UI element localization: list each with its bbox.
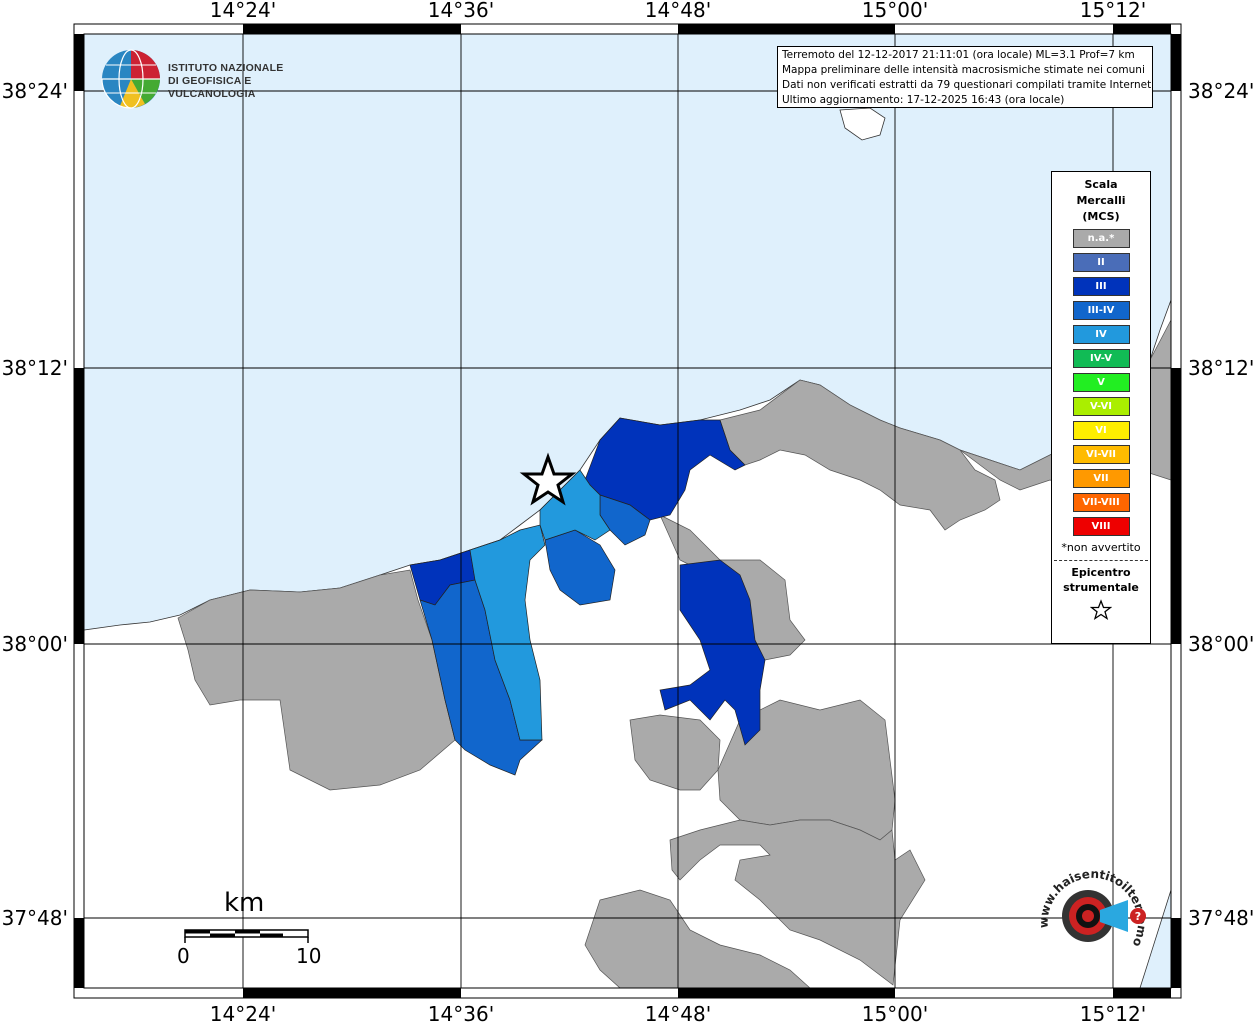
legend-title: Scala Mercalli (MCS) bbox=[1052, 177, 1150, 225]
lon-tick-bottom: 15°00' bbox=[862, 1002, 928, 1024]
event-info-line: Terremoto del 12-12-2017 21:11:01 (ora l… bbox=[782, 49, 1135, 61]
legend-divider bbox=[1054, 560, 1148, 561]
legend-item-ii: II bbox=[1072, 253, 1130, 272]
legend-note: *non avvertito bbox=[1061, 541, 1141, 554]
lon-tick-bottom: 14°36' bbox=[428, 1002, 494, 1024]
legend-item-vi-vii: VI-VII bbox=[1072, 445, 1130, 464]
lon-tick-top: 15°00' bbox=[862, 0, 928, 22]
event-info-line: Dati non verificati estratti da 79 quest… bbox=[782, 79, 1153, 91]
legend-item-vi: VI bbox=[1072, 421, 1130, 440]
scale-min-label: 0 bbox=[177, 944, 190, 968]
scale-max-label: 10 bbox=[296, 944, 322, 968]
legend-item-vii: VII bbox=[1072, 469, 1130, 488]
lat-tick-left: 38°24' bbox=[2, 79, 68, 103]
lat-tick-right: 38°24' bbox=[1188, 79, 1254, 103]
ingv-logo: ISTITUTO NAZIONALE DI GEOFISICA E VULCAN… bbox=[100, 48, 320, 110]
lon-tick-bottom: 15°12' bbox=[1080, 1002, 1146, 1024]
lat-tick-left: 38°12' bbox=[2, 356, 68, 380]
haisentito-logo[interactable]: www.haisentitoilterremoto.it ? bbox=[1024, 847, 1158, 978]
intensity-legend: Scala Mercalli (MCS) n.a.* II III III-IV IV I… bbox=[1051, 171, 1151, 644]
lat-tick-left: 37°48' bbox=[2, 906, 68, 930]
legend-item-iii-iv: III-IV bbox=[1072, 301, 1130, 320]
ingv-globe-icon bbox=[101, 49, 160, 109]
legend-title-line: Mercalli bbox=[1076, 194, 1126, 207]
legend-item-iii: III bbox=[1072, 277, 1130, 296]
svg-text:?: ? bbox=[1135, 910, 1141, 923]
lon-tick-top: 15°12' bbox=[1080, 0, 1146, 22]
legend-item-v-vi: V-VI bbox=[1072, 397, 1130, 416]
lon-tick-top: 14°24' bbox=[210, 0, 276, 22]
lat-tick-left: 38°00' bbox=[2, 632, 68, 656]
institution-name: ISTITUTO NAZIONALE DI GEOFISICA E VULCAN… bbox=[168, 62, 320, 101]
legend-item-iv: IV bbox=[1072, 325, 1130, 344]
event-info-box: Terremoto del 12-12-2017 21:11:01 (ora l… bbox=[777, 46, 1153, 108]
lat-tick-right: 38°12' bbox=[1188, 356, 1254, 380]
lat-tick-right: 38°00' bbox=[1188, 632, 1254, 656]
legend-title-line: Scala bbox=[1084, 178, 1118, 191]
lon-tick-top: 14°36' bbox=[428, 0, 494, 22]
institution-line2: DI GEOFISICA E VULCANOLOGIA bbox=[168, 75, 256, 100]
event-info-line: Ultimo aggiornamento: 17-12-2025 16:43 (… bbox=[782, 94, 1065, 106]
legend-items: n.a.* II III III-IV IV IV-V V V-VI VI VI-VII VII VI… bbox=[1052, 229, 1150, 536]
legend-star-icon bbox=[1052, 599, 1150, 625]
legend-item-iv-v: IV-V bbox=[1072, 349, 1130, 368]
legend-item-v: V bbox=[1072, 373, 1130, 392]
lon-tick-bottom: 14°48' bbox=[645, 1002, 711, 1024]
lon-tick-bottom: 14°24' bbox=[210, 1002, 276, 1024]
lat-tick-right: 37°48' bbox=[1188, 906, 1254, 930]
legend-item-n-a: n.a.* bbox=[1072, 229, 1130, 248]
institution-line1: ISTITUTO NAZIONALE bbox=[168, 62, 284, 74]
legend-epicenter-line: Epicentro bbox=[1071, 566, 1131, 579]
legend-epicenter-line: strumentale bbox=[1063, 581, 1139, 594]
legend-epicenter-label: Epicentro strumentale bbox=[1052, 565, 1150, 595]
lon-tick-top: 14°48' bbox=[645, 0, 711, 22]
legend-title-line: (MCS) bbox=[1082, 210, 1120, 223]
legend-item-vii-viii: VII-VIII bbox=[1072, 493, 1130, 512]
legend-item-viii: VIII bbox=[1072, 517, 1130, 536]
scale-unit-label: km bbox=[224, 888, 265, 918]
event-info-line: Mappa preliminare delle intensità macros… bbox=[782, 64, 1145, 76]
